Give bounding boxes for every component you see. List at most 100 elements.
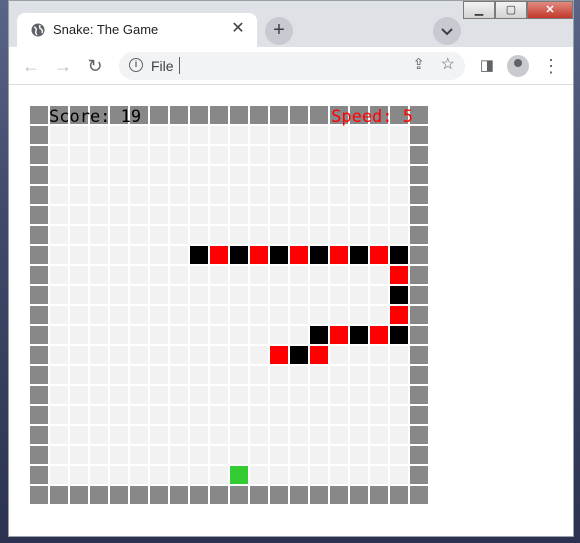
empty-cell [270, 326, 288, 344]
empty-cell [250, 366, 268, 384]
wall-cell [210, 486, 228, 504]
snake-segment [330, 326, 348, 344]
wall-cell [30, 426, 48, 444]
empty-cell [370, 266, 388, 284]
empty-cell [390, 446, 408, 464]
game-board[interactable] [29, 105, 429, 505]
wall-cell [30, 226, 48, 244]
forward-arrow-icon[interactable]: → [51, 54, 75, 78]
tab-search-button[interactable] [433, 17, 461, 45]
empty-cell [270, 366, 288, 384]
empty-cell [310, 266, 328, 284]
wall-cell [410, 386, 428, 404]
empty-cell [370, 386, 388, 404]
empty-cell [50, 426, 68, 444]
empty-cell [110, 446, 128, 464]
wall-cell [410, 406, 428, 424]
empty-cell [90, 286, 108, 304]
empty-cell [70, 386, 88, 404]
new-tab-button[interactable]: + [265, 17, 293, 45]
empty-cell [170, 466, 188, 484]
empty-cell [90, 126, 108, 144]
empty-cell [170, 206, 188, 224]
empty-cell [90, 266, 108, 284]
empty-cell [270, 126, 288, 144]
empty-cell [50, 146, 68, 164]
empty-cell [70, 406, 88, 424]
empty-cell [390, 406, 408, 424]
empty-cell [310, 146, 328, 164]
menu-dots-icon[interactable]: ⋮ [539, 54, 563, 78]
wall-cell [410, 486, 428, 504]
empty-cell [270, 406, 288, 424]
empty-cell [250, 186, 268, 204]
empty-cell [110, 266, 128, 284]
empty-cell [170, 366, 188, 384]
empty-cell [50, 206, 68, 224]
maximize-button[interactable]: ▢ [495, 1, 527, 19]
empty-cell [130, 426, 148, 444]
empty-cell [110, 306, 128, 324]
empty-cell [370, 366, 388, 384]
empty-cell [350, 126, 368, 144]
reload-icon[interactable]: ↻ [83, 54, 107, 78]
empty-cell [90, 466, 108, 484]
snake-segment [270, 346, 288, 364]
empty-cell [210, 326, 228, 344]
empty-cell [190, 346, 208, 364]
share-icon[interactable]: ⇪ [412, 55, 425, 73]
empty-cell [110, 386, 128, 404]
empty-cell [230, 226, 248, 244]
empty-cell [170, 446, 188, 464]
info-icon[interactable]: i [129, 58, 143, 72]
empty-cell [70, 326, 88, 344]
empty-cell [330, 226, 348, 244]
tab-active[interactable]: Snake: The Game ✕ [17, 13, 257, 47]
side-panel-icon[interactable]: ◨ [475, 54, 499, 78]
tab-close-icon[interactable]: ✕ [229, 20, 247, 38]
back-arrow-icon[interactable]: ← [19, 54, 43, 78]
empty-cell [90, 406, 108, 424]
empty-cell [170, 166, 188, 184]
empty-cell [130, 286, 148, 304]
wall-cell [30, 466, 48, 484]
wall-cell [30, 246, 48, 264]
address-bar[interactable]: i File ⇪ ☆ [119, 52, 465, 80]
empty-cell [90, 446, 108, 464]
wall-cell [410, 466, 428, 484]
wall-cell [190, 486, 208, 504]
empty-cell [370, 206, 388, 224]
empty-cell [350, 466, 368, 484]
empty-cell [210, 406, 228, 424]
empty-cell [390, 166, 408, 184]
empty-cell [90, 386, 108, 404]
close-window-button[interactable]: ✕ [527, 1, 573, 19]
address-text: File [151, 58, 174, 74]
wall-cell [410, 346, 428, 364]
snake-segment [390, 306, 408, 324]
wall-cell [250, 486, 268, 504]
empty-cell [50, 406, 68, 424]
empty-cell [330, 446, 348, 464]
empty-cell [330, 266, 348, 284]
empty-cell [290, 406, 308, 424]
empty-cell [150, 166, 168, 184]
profile-avatar[interactable] [507, 55, 529, 77]
minimize-button[interactable]: ▁ [463, 1, 495, 19]
empty-cell [50, 386, 68, 404]
bookmark-star-icon[interactable]: ☆ [441, 54, 455, 74]
wall-cell [130, 486, 148, 504]
empty-cell [310, 286, 328, 304]
empty-cell [270, 446, 288, 464]
empty-cell [170, 306, 188, 324]
empty-cell [330, 406, 348, 424]
empty-cell [130, 186, 148, 204]
wall-cell [230, 486, 248, 504]
empty-cell [110, 246, 128, 264]
empty-cell [170, 126, 188, 144]
chevron-down-icon [441, 28, 453, 36]
empty-cell [50, 126, 68, 144]
empty-cell [70, 466, 88, 484]
empty-cell [370, 186, 388, 204]
empty-cell [190, 166, 208, 184]
